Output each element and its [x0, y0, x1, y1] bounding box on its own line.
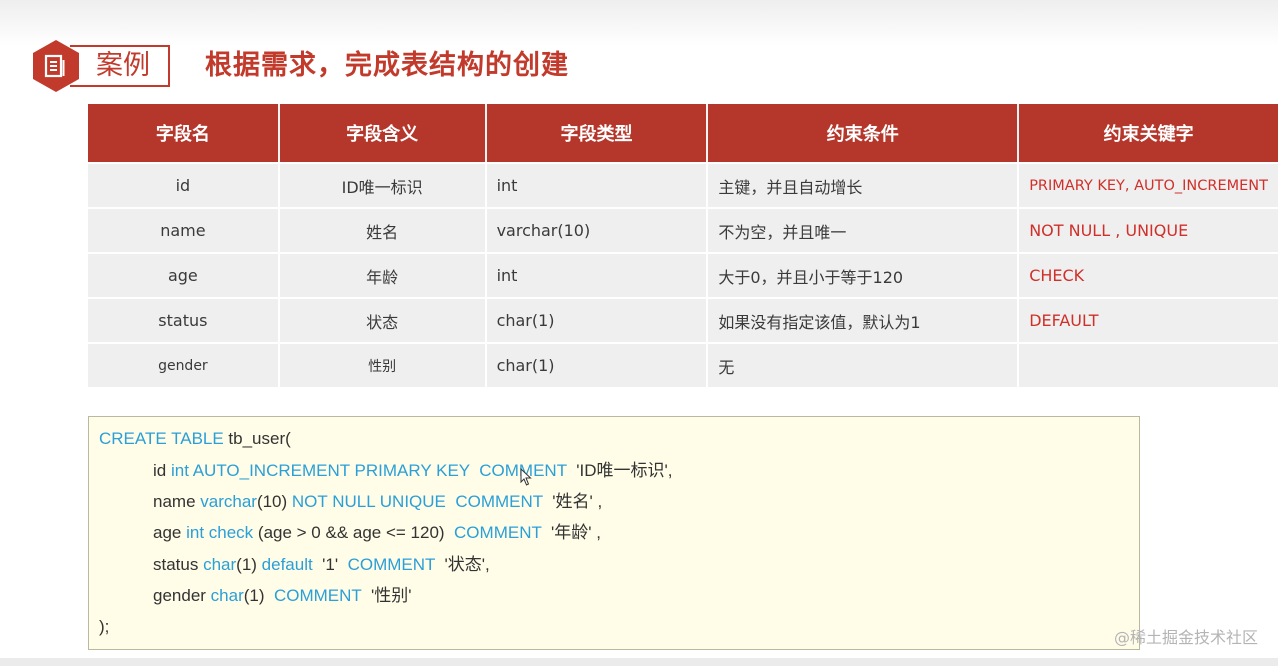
sql-keyword: NOT NULL UNIQUE COMMENT: [291, 492, 543, 511]
code-line-id: id int AUTO_INCREMENT PRIMARY KEY COMMEN…: [153, 459, 672, 483]
table-row: name 姓名 varchar(10) 不为空，并且唯一 NOT NULL , …: [88, 207, 1278, 252]
sql-code-box: CREATE TABLE tb_user( id int AUTO_INCREM…: [88, 416, 1140, 650]
constraint-keyword-cell: DEFAULT: [1019, 297, 1278, 342]
field-name-cell: name: [88, 207, 280, 252]
document-icon: [44, 54, 65, 78]
table-header-row: 字段名 字段含义 字段类型 约束条件 约束关键字: [88, 104, 1278, 162]
constraint-cell: 无: [708, 342, 1020, 387]
sql-text: );: [99, 617, 110, 636]
field-name-cell: id: [88, 162, 280, 207]
constraint-keyword-cell: PRIMARY KEY, AUTO_INCREMENT: [1019, 162, 1278, 207]
sql-keyword: CREATE TABLE: [99, 429, 224, 448]
sql-text: '状态',: [435, 555, 490, 574]
field-name-cell: age: [88, 252, 280, 297]
field-meaning-cell: ID唯一标识: [279, 162, 487, 207]
sql-keyword: int check: [186, 523, 254, 542]
constraint-cell: 大于0，并且小于等于120: [708, 252, 1020, 297]
column-header: 字段类型: [486, 104, 709, 162]
sql-text: '年龄' ,: [541, 523, 601, 542]
column-header: 约束关键字: [1019, 104, 1278, 162]
mouse-pointer-icon: [520, 468, 532, 486]
sql-keyword: default: [261, 555, 313, 574]
code-line-age: age int check (age > 0 && age <= 120) CO…: [153, 521, 601, 545]
sql-keyword: COMMENT: [273, 586, 362, 605]
field-type-cell: char(1): [486, 297, 709, 342]
sql-text: '姓名' ,: [542, 492, 603, 511]
code-line-create: CREATE TABLE tb_user(: [99, 427, 291, 451]
table-row: age 年龄 int 大于0，并且小于等于120 CHECK: [88, 252, 1278, 297]
sql-keyword: COMMENT: [347, 555, 436, 574]
constraint-cell: 如果没有指定该值，默认为1: [708, 297, 1020, 342]
table-row: gender 性别 char(1) 无: [88, 342, 1278, 387]
field-type-cell: int: [486, 252, 709, 297]
page-title: 根据需求，完成表结构的创建: [205, 50, 569, 81]
sql-text: (1): [243, 586, 274, 605]
table-row: id ID唯一标识 int 主键，并且自动增长 PRIMARY KEY, AUT…: [88, 162, 1278, 207]
field-type-cell: int: [486, 162, 709, 207]
code-line-gender: gender char(1) COMMENT '性别': [153, 584, 411, 608]
constraint-keyword-cell: [1019, 342, 1278, 387]
sql-text: tb_user(: [223, 429, 291, 448]
field-spec-table: 字段名 字段含义 字段类型 约束条件 约束关键字 id ID唯一标识 int 主…: [88, 104, 1278, 387]
code-line-status: status char(1) default '1' COMMENT '状态',: [153, 553, 490, 577]
table-row: status 状态 char(1) 如果没有指定该值，默认为1 DEFAULT: [88, 297, 1278, 342]
sql-keyword: int AUTO_INCREMENT PRIMARY KEY COMMENT: [170, 461, 567, 480]
sql-keyword: char: [210, 586, 244, 605]
field-meaning-cell: 姓名: [279, 207, 487, 252]
column-header: 字段名: [88, 104, 280, 162]
constraint-cell: 主键，并且自动增长: [708, 162, 1020, 207]
sql-text: 'ID唯一标识',: [566, 461, 673, 480]
top-gradient: [0, 0, 1278, 46]
sql-text: age: [153, 523, 187, 542]
column-header: 字段含义: [279, 104, 487, 162]
sql-text: (1): [236, 555, 262, 574]
field-name-cell: gender: [88, 342, 280, 387]
bottom-strip: [0, 658, 1278, 666]
sql-text: (age > 0 && age <= 120): [253, 523, 455, 542]
constraint-keyword-cell: CHECK: [1019, 252, 1278, 297]
sql-text: '性别': [361, 586, 412, 605]
field-meaning-cell: 状态: [279, 297, 487, 342]
sql-text: id: [153, 461, 171, 480]
sql-text: status: [153, 555, 204, 574]
sql-keyword: char: [203, 555, 237, 574]
sql-text: (10): [256, 492, 292, 511]
sql-text: gender: [153, 586, 211, 605]
field-type-cell: varchar(10): [486, 207, 709, 252]
sql-text: '1': [312, 555, 348, 574]
sql-keyword: COMMENT: [454, 523, 542, 542]
sql-keyword: varchar: [200, 492, 257, 511]
constraint-keyword-cell: NOT NULL , UNIQUE: [1019, 207, 1278, 252]
field-type-cell: char(1): [486, 342, 709, 387]
field-meaning-cell: 性别: [279, 342, 487, 387]
watermark: @稀土掘金技术社区: [1113, 628, 1258, 647]
code-line-close: );: [99, 615, 109, 639]
code-line-name: name varchar(10) NOT NULL UNIQUE COMMENT…: [153, 490, 602, 514]
case-badge-label: 案例: [96, 50, 150, 81]
field-name-cell: status: [88, 297, 280, 342]
sql-text: name: [153, 492, 201, 511]
column-header: 约束条件: [708, 104, 1020, 162]
constraint-cell: 不为空，并且唯一: [708, 207, 1020, 252]
field-meaning-cell: 年龄: [279, 252, 487, 297]
